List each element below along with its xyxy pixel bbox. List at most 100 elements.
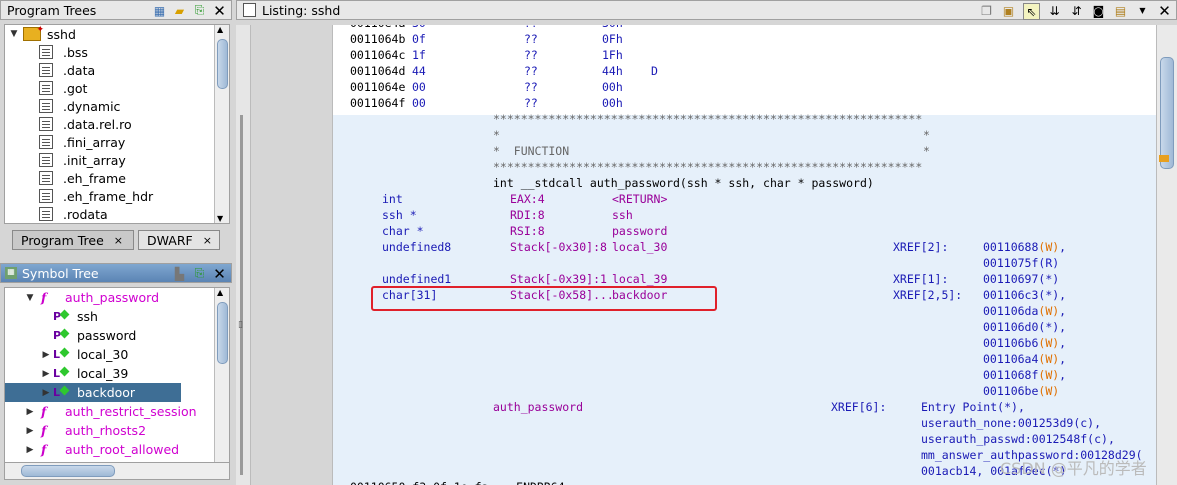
overview-bar[interactable] bbox=[1156, 25, 1177, 485]
diff-icon[interactable]: ⇵ bbox=[1069, 3, 1084, 18]
program-tree-scrollbar[interactable]: ▲ ▼ bbox=[214, 25, 229, 223]
new-tree-icon[interactable]: ▦ bbox=[152, 3, 167, 18]
hscroll-thumb[interactable] bbox=[21, 465, 115, 477]
scroll-thumb[interactable] bbox=[1160, 57, 1174, 169]
xref-address: 00110697 bbox=[983, 272, 1039, 286]
xref-entry: userauth_none:001253d9(c), bbox=[921, 415, 1101, 431]
close-tab-icon[interactable]: × bbox=[114, 234, 123, 247]
tree-item[interactable]: .data bbox=[5, 61, 229, 79]
file-icon bbox=[39, 135, 53, 149]
xref-sep: , bbox=[1059, 336, 1067, 350]
snapshot-icon[interactable]: ⎘ bbox=[192, 3, 207, 18]
expand-right-icon[interactable]: ▶ bbox=[41, 369, 51, 379]
var-type: undefined8 bbox=[382, 240, 452, 254]
param-node[interactable]: Pssh bbox=[5, 307, 229, 326]
local-node[interactable]: ▶ Llocal_39 bbox=[5, 364, 229, 383]
expand-right-icon[interactable]: ▶ bbox=[41, 350, 51, 360]
xref-address: 001106b6 bbox=[983, 336, 1039, 350]
tree-item[interactable]: .bss bbox=[5, 43, 229, 61]
address: 0011064e bbox=[350, 80, 406, 94]
xref-label: XREF[2]: bbox=[893, 240, 949, 254]
file-icon bbox=[39, 207, 53, 221]
cursor-marker-icon: ▯ bbox=[238, 320, 243, 330]
tab-program-tree[interactable]: Program Tree × bbox=[12, 230, 134, 250]
function-label: auth_restrict_session bbox=[65, 404, 197, 419]
snapshot-icon[interactable]: ⎘ bbox=[192, 266, 207, 281]
dropdown-arrow-icon[interactable]: ▼ bbox=[1135, 3, 1150, 18]
data-row: 0011064c 1f?? 1Fh bbox=[350, 47, 651, 63]
close-icon[interactable]: ✕ bbox=[212, 265, 227, 283]
expand-down-icon[interactable]: ▼ bbox=[25, 293, 35, 303]
tree-item[interactable]: .rodata bbox=[5, 205, 229, 223]
cursor-select-icon[interactable]: ⇖ bbox=[1023, 3, 1040, 20]
xref-kind: (*) bbox=[1038, 288, 1060, 302]
close-tab-icon[interactable]: × bbox=[203, 234, 212, 247]
paste-icon[interactable]: ▣ bbox=[1001, 3, 1016, 18]
symbol-tree-title: Symbol Tree bbox=[22, 265, 99, 281]
xref-kind: (R) bbox=[1038, 256, 1060, 270]
navigate-icon[interactable]: ⇊ bbox=[1047, 3, 1062, 18]
file-icon bbox=[39, 171, 53, 185]
expand-down-icon[interactable]: ▼ bbox=[9, 29, 19, 39]
scroll-up-icon[interactable]: ▲ bbox=[217, 288, 223, 297]
function-node[interactable]: ▼ f auth_password bbox=[5, 288, 229, 307]
xref-kind: (*) bbox=[997, 400, 1018, 414]
function-node[interactable]: ▶ f auth_root_allowed bbox=[5, 440, 229, 459]
scroll-up-icon[interactable]: ▲ bbox=[217, 25, 223, 34]
expand-right-icon[interactable]: ▶ bbox=[25, 407, 35, 417]
symbol-tree-hscroll[interactable] bbox=[4, 462, 230, 480]
function-node[interactable]: ▶ f auth_rhosts2 bbox=[5, 421, 229, 440]
xref-address: 0011068f bbox=[983, 368, 1039, 382]
tree-item[interactable]: .dynamic bbox=[5, 97, 229, 115]
tree-item[interactable]: .eh_frame_hdr bbox=[5, 187, 229, 205]
open-folder-icon[interactable]: ▰ bbox=[172, 3, 187, 18]
copy-icon[interactable]: ❐ bbox=[979, 3, 994, 18]
scroll-thumb[interactable] bbox=[217, 302, 228, 364]
close-icon[interactable]: ✕ bbox=[1157, 2, 1172, 20]
comment-stars: ****************************************… bbox=[493, 112, 923, 126]
param-node[interactable]: Ppassword bbox=[5, 326, 229, 345]
variable-row: char * RSI:8 password bbox=[382, 223, 667, 239]
tree-item[interactable]: .init_array bbox=[5, 151, 229, 169]
file-icon bbox=[39, 117, 53, 131]
expand-right-icon[interactable]: ▶ bbox=[41, 388, 51, 398]
expand-right-icon[interactable]: ▶ bbox=[25, 445, 35, 455]
xref-label: XREF[1]: bbox=[893, 272, 949, 286]
scroll-thumb[interactable] bbox=[217, 39, 228, 89]
scroll-down-icon[interactable]: ▼ bbox=[217, 214, 223, 223]
xref-entry: 0011068f(W), bbox=[983, 367, 1066, 383]
tree-item[interactable]: .eh_frame bbox=[5, 169, 229, 187]
partial-bottom-line: 00110650 f3 0f 1e fa ENDBR64 bbox=[350, 480, 565, 485]
code-line: XREF[6]: bbox=[831, 399, 886, 415]
symbol-tree-scrollbar[interactable]: ▲ bbox=[214, 288, 229, 463]
data-row: 0011064b 0f?? 0Fh bbox=[350, 31, 651, 47]
snapshot-camera-icon[interactable]: ◙ bbox=[1091, 3, 1106, 18]
function-node[interactable]: ▶ f auth_restrict_session bbox=[5, 402, 229, 421]
xref-address: 001106be bbox=[983, 384, 1039, 398]
tree-item[interactable]: .got bbox=[5, 79, 229, 97]
tree-root[interactable]: ▼ ✦ sshd bbox=[5, 25, 229, 43]
field-config-icon[interactable]: ▤ bbox=[1113, 3, 1128, 18]
listing-code-view[interactable]: 00110e4a30??30h0011064b0f??0Fh0011064c1f… bbox=[332, 25, 1177, 485]
program-tree-tabs: Program Tree × DWARF × bbox=[0, 228, 232, 252]
var-name: password bbox=[612, 224, 668, 238]
code-line: auth_password bbox=[493, 399, 583, 415]
code-line: int __stdcall auth_password(ssh * ssh, c… bbox=[493, 175, 874, 191]
tree-item[interactable]: .data.rel.ro bbox=[5, 115, 229, 133]
xref-address: userauth_none:001253d9 bbox=[921, 416, 1074, 430]
folder-open-icon: ✦ bbox=[23, 25, 44, 41]
xref-entry: 00110688(W), bbox=[983, 239, 1066, 255]
xref-kind: (*) bbox=[1038, 320, 1060, 334]
symbol-label: local_30 bbox=[77, 347, 129, 362]
close-icon[interactable]: ✕ bbox=[212, 2, 227, 20]
local-node[interactable]: ▶ Llocal_30 bbox=[5, 345, 229, 364]
xref-entry: 001106be(W) bbox=[983, 383, 1059, 399]
expand-right-icon[interactable]: ▶ bbox=[25, 426, 35, 436]
program-trees-titlebar: Program Trees ▦ ▰ ⎘ ✕ bbox=[0, 0, 232, 20]
tree-item[interactable]: .fini_array bbox=[5, 133, 229, 151]
namespace-icon[interactable]: ▙ bbox=[172, 266, 187, 281]
tab-dwarf[interactable]: DWARF × bbox=[138, 230, 220, 250]
tree-item-label: .data bbox=[63, 62, 96, 78]
char-repr: D bbox=[651, 64, 658, 78]
local-node[interactable]: ▶ Lbackdoor bbox=[5, 383, 181, 402]
